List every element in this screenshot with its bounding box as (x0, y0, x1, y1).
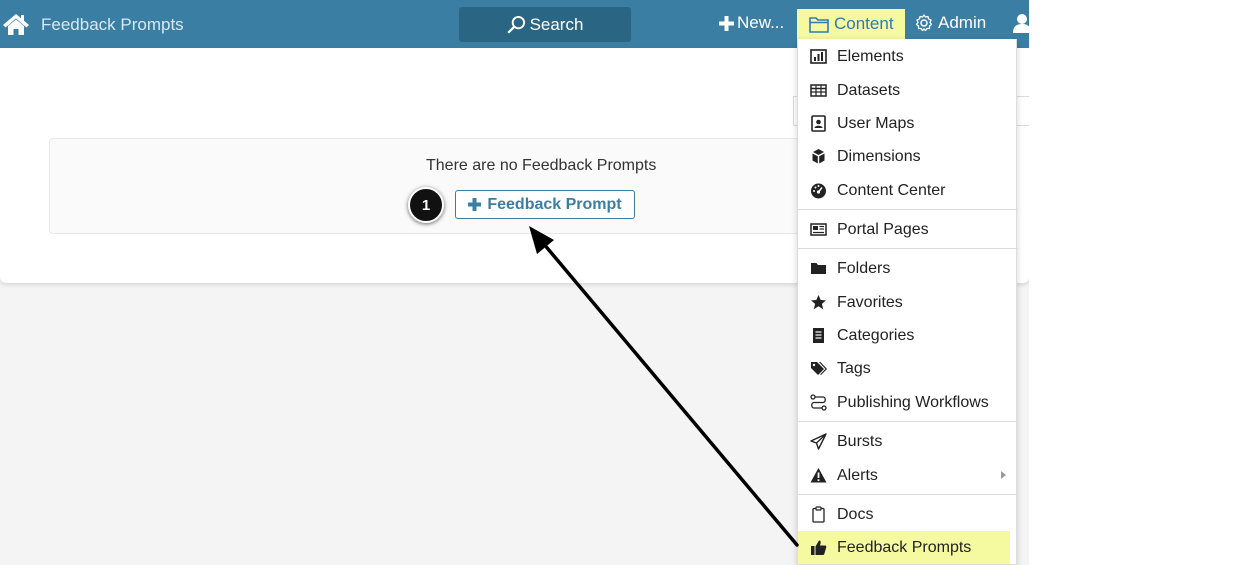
menu-item-label: Content Center (837, 181, 946, 199)
menu-divider (798, 248, 1018, 249)
search-icon (507, 15, 525, 34)
menu-divider (798, 421, 1018, 422)
empty-state-message: There are no Feedback Prompts (426, 157, 657, 174)
menu-item-folders[interactable]: Folders (798, 252, 1018, 285)
menu-item-favorites[interactable]: Favorites (798, 286, 1018, 319)
menu-item-tags[interactable]: Tags (798, 352, 1018, 385)
menu-item-elements[interactable]: Elements (798, 40, 1018, 73)
menu-item-docs[interactable]: Docs (798, 498, 1018, 531)
menu-item-label: Tags (837, 359, 871, 377)
menu-item-portal-pages[interactable]: Portal Pages (798, 213, 1018, 246)
add-feedback-prompt-label: Feedback Prompt (487, 195, 622, 213)
admin-menu-button[interactable]: Admin (915, 13, 986, 33)
workflow-icon (810, 394, 827, 411)
new-button[interactable]: New... (719, 13, 784, 33)
gear-icon (915, 14, 933, 32)
menu-item-label: Folders (837, 259, 891, 277)
menu-item-label: Portal Pages (837, 220, 929, 238)
menu-item-label: Docs (837, 505, 874, 523)
submenu-arrow-icon (1001, 471, 1006, 479)
admin-label: Admin (938, 13, 987, 32)
clipboard-icon (810, 506, 827, 523)
paper-plane-icon (810, 433, 827, 450)
menu-item-user-maps[interactable]: User Maps (798, 107, 1018, 140)
add-feedback-prompt-button[interactable]: Feedback Prompt (455, 190, 635, 219)
folder-icon (810, 260, 827, 277)
menu-item-datasets[interactable]: Datasets (798, 74, 1018, 107)
newspaper-icon (810, 221, 827, 238)
home-icon[interactable] (2, 12, 30, 36)
bar-chart-icon (810, 48, 827, 65)
content-dropdown-menu: Elements Datasets User Maps Dimensions C… (797, 39, 1018, 565)
warning-icon (810, 467, 827, 484)
menu-item-label: Favorites (837, 293, 903, 311)
star-icon (810, 294, 827, 311)
menu-divider (798, 209, 1018, 210)
content-menu-button[interactable]: Content (797, 9, 905, 39)
user-icon[interactable] (1012, 13, 1029, 33)
app-window: Feedback Prompts Search New... Content A… (0, 0, 1029, 565)
menu-item-categories[interactable]: Categories (798, 319, 1018, 352)
cubes-icon (810, 148, 827, 165)
book-icon (810, 327, 827, 344)
menu-item-label: Feedback Prompts (837, 538, 972, 556)
menu-item-label: Elements (837, 47, 904, 65)
search-label: Search (529, 14, 584, 34)
menu-item-content-center[interactable]: Content Center (798, 174, 1018, 207)
contact-card-icon (810, 115, 827, 132)
menu-item-alerts[interactable]: Alerts (798, 459, 1018, 492)
thumbs-up-icon (810, 539, 827, 556)
tags-icon (810, 360, 827, 377)
content-label: Content (834, 14, 894, 33)
menu-item-label: Alerts (837, 466, 878, 484)
dashboard-icon (810, 182, 827, 199)
menu-item-label: Bursts (837, 432, 883, 450)
menu-item-label: Publishing Workflows (837, 393, 989, 411)
menu-item-feedback-prompts[interactable]: Feedback Prompts (798, 531, 1010, 564)
step-badge: 1 (408, 187, 444, 223)
menu-item-label: Datasets (837, 81, 901, 99)
new-label: New... (737, 13, 785, 32)
menu-item-dimensions[interactable]: Dimensions (798, 140, 1018, 173)
page-title: Feedback Prompts (41, 15, 184, 34)
menu-item-label: Dimensions (837, 147, 921, 165)
menu-item-label: User Maps (837, 114, 915, 132)
plus-icon (468, 198, 482, 211)
menu-divider (798, 494, 1018, 495)
menu-item-publishing-workflows[interactable]: Publishing Workflows (798, 386, 1018, 419)
menu-item-label: Categories (837, 326, 915, 344)
plus-icon (719, 15, 734, 31)
menu-item-bursts[interactable]: Bursts (798, 425, 1018, 458)
folder-outline-icon (809, 16, 829, 33)
table-icon (810, 82, 827, 99)
search-button[interactable]: Search (459, 7, 631, 42)
